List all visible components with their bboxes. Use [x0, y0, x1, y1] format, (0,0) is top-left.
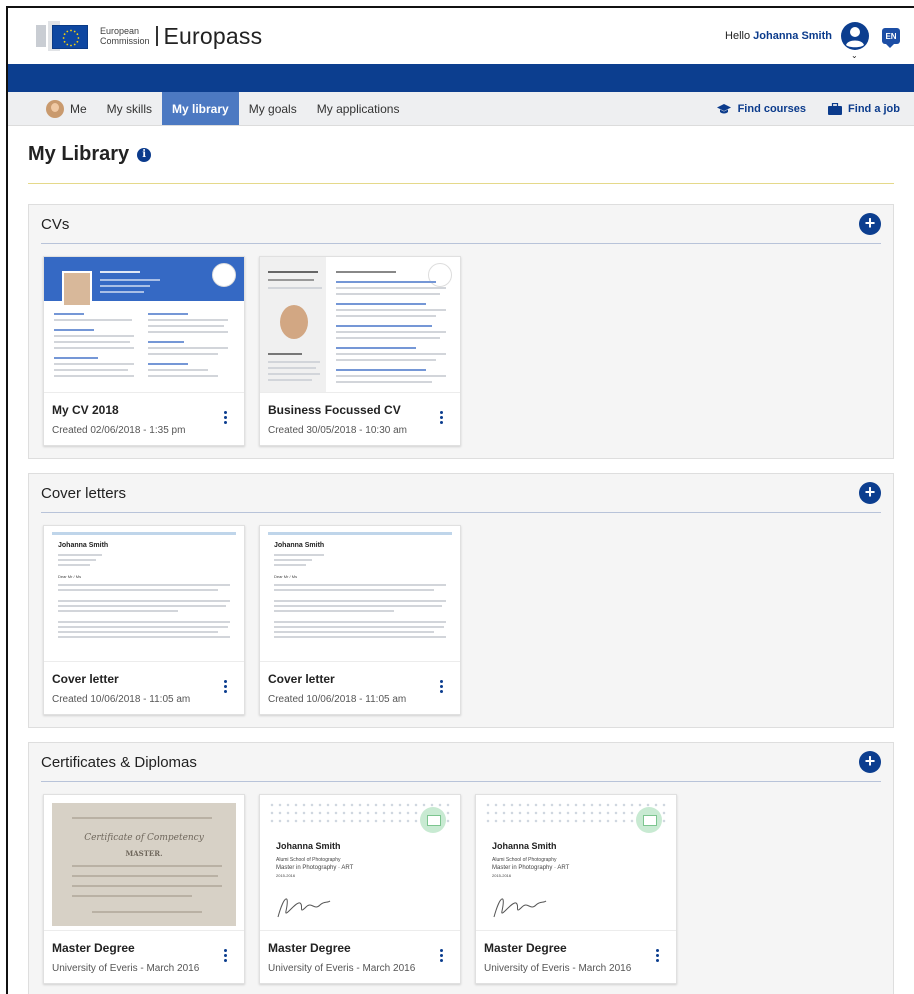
- add-cover-letter-button[interactable]: +: [859, 482, 881, 504]
- page-title: My Library: [28, 143, 130, 165]
- nav-item-my-goals[interactable]: My goals: [239, 92, 307, 125]
- header-band: [8, 64, 914, 92]
- add-cv-button[interactable]: +: [859, 213, 881, 235]
- cert-school: Alumi School of Photography: [492, 857, 557, 863]
- nav-item-my-applications[interactable]: My applications: [307, 92, 410, 125]
- card-date: Created 10/06/2018 - 11:05 am: [52, 694, 191, 705]
- cert-years: 2015-2016: [492, 873, 512, 878]
- card-subtitle: University of Everis - March 2016: [268, 963, 416, 974]
- card-title: Cover letter: [52, 672, 119, 686]
- nav-item-me[interactable]: Me: [36, 92, 97, 125]
- user-account-icon[interactable]: ⌄: [840, 21, 870, 60]
- cert-school: Alumi School of Photography: [276, 857, 341, 863]
- more-options-icon[interactable]: [440, 411, 444, 426]
- ec-wordmark: European Commission: [100, 26, 158, 46]
- more-options-icon[interactable]: [224, 680, 228, 695]
- card-subtitle: University of Everis - March 2016: [484, 963, 632, 974]
- card-date: Created 10/06/2018 - 11:05 am: [268, 694, 407, 705]
- add-certificate-button[interactable]: +: [859, 751, 881, 773]
- more-options-icon[interactable]: [224, 411, 228, 426]
- main-content: My Library i CVs + My CV 2018 Created 02…: [8, 126, 914, 994]
- browser-frame: European Commission Europass Hello Johan…: [6, 6, 914, 994]
- card-title: My CV 2018: [52, 403, 119, 417]
- user-box: Hello Johanna Smith ⌄ EN: [725, 21, 900, 60]
- certificate-card[interactable]: Johanna Smith Alumi School of Photograph…: [259, 794, 461, 984]
- section-title: Cover letters: [41, 484, 127, 502]
- cert-years: 2015-2016: [276, 873, 296, 878]
- letter-greeting: Dear Mr / Ms: [274, 574, 298, 579]
- page-title-bar: My Library i: [28, 126, 894, 184]
- section-title: Certificates & Diplomas: [41, 753, 197, 771]
- certificate-thumbnail: Certificate of Competency MASTER.: [44, 795, 244, 931]
- cv-card[interactable]: My CV 2018 Created 02/06/2018 - 1:35 pm: [43, 256, 245, 446]
- info-icon[interactable]: i: [137, 147, 152, 162]
- cvs-section: CVs + My CV 2018 Created 02/06/2018 - 1:…: [28, 204, 894, 459]
- app-name: Europass: [163, 22, 263, 49]
- letter-name: Johanna Smith: [274, 542, 325, 549]
- cover-letter-card[interactable]: Johanna Smith Dear Mr / Ms Cover letter …: [259, 525, 461, 715]
- cv-thumbnail: [44, 257, 244, 393]
- user-name: Johanna Smith: [753, 30, 832, 42]
- certificate-card[interactable]: Certificate of Competency MASTER. Master…: [43, 794, 245, 984]
- nav-item-my-skills[interactable]: My skills: [97, 92, 162, 125]
- card-date: Created 02/06/2018 - 1:35 pm: [52, 425, 186, 436]
- section-title: CVs: [41, 215, 70, 233]
- cover-letters-section: Cover letters + Johanna Smith Dear Mr / …: [28, 473, 894, 728]
- signature-icon: [277, 898, 331, 918]
- european-commission-logo: [36, 21, 92, 51]
- find-job-link[interactable]: Find a job: [828, 102, 900, 115]
- more-options-icon[interactable]: [440, 949, 444, 964]
- card-date: Created 30/05/2018 - 10:30 am: [268, 425, 407, 436]
- top-header: European Commission Europass Hello Johan…: [8, 8, 914, 64]
- chevron-down-icon[interactable]: ⌄: [851, 51, 858, 60]
- language-selector[interactable]: EN: [882, 28, 900, 48]
- cert-holder-name: Johanna Smith: [492, 841, 557, 851]
- parchment-subtitle: MASTER.: [125, 849, 163, 858]
- certificates-section: Certificates & Diplomas + Certificate of…: [28, 742, 894, 994]
- signature-icon: [493, 898, 547, 918]
- more-options-icon[interactable]: [656, 949, 660, 964]
- card-title: Master Degree: [484, 941, 567, 955]
- cert-degree: Master in Photography · ART: [492, 865, 570, 871]
- cert-degree: Master in Photography · ART: [276, 865, 354, 871]
- main-nav: Me My skills My library My goals My appl…: [8, 92, 914, 126]
- cert-holder-name: Johanna Smith: [276, 841, 341, 851]
- cv-thumbnail: [260, 257, 460, 393]
- brand[interactable]: European Commission Europass: [36, 21, 262, 51]
- more-options-icon[interactable]: [440, 680, 444, 695]
- parchment-title: Certificate of Competency: [84, 833, 204, 843]
- card-subtitle: University of Everis - March 2016: [52, 963, 200, 974]
- certificate-card[interactable]: Johanna Smith Alumi School of Photograph…: [475, 794, 677, 984]
- cover-letter-thumbnail: Johanna Smith Dear Mr / Ms: [44, 526, 244, 662]
- card-title: Master Degree: [52, 941, 135, 955]
- card-title: Cover letter: [268, 672, 335, 686]
- avatar: [46, 99, 64, 118]
- nav-item-my-library[interactable]: My library: [162, 92, 239, 125]
- certificate-badge-icon: [420, 807, 446, 833]
- certificate-thumbnail: Johanna Smith Alumi School of Photograph…: [260, 795, 460, 931]
- certificate-thumbnail: Johanna Smith Alumi School of Photograph…: [476, 795, 676, 931]
- graduation-cap-icon: [716, 103, 731, 113]
- cv-card[interactable]: Business Focussed CV Created 30/05/2018 …: [259, 256, 461, 446]
- greeting: Hello Johanna Smith: [725, 30, 832, 42]
- card-title: Business Focussed CV: [268, 403, 401, 417]
- more-options-icon[interactable]: [224, 949, 228, 964]
- certificate-badge-icon: [636, 807, 662, 833]
- letter-name: Johanna Smith: [58, 542, 109, 549]
- briefcase-icon: [828, 102, 843, 115]
- letter-greeting: Dear Mr / Ms: [58, 574, 82, 579]
- cover-letter-thumbnail: Johanna Smith Dear Mr / Ms: [260, 526, 460, 662]
- cover-letter-card[interactable]: Johanna Smith Dear Mr / Ms Cover letter …: [43, 525, 245, 715]
- find-courses-link[interactable]: Find courses: [716, 103, 806, 115]
- card-title: Master Degree: [268, 941, 351, 955]
